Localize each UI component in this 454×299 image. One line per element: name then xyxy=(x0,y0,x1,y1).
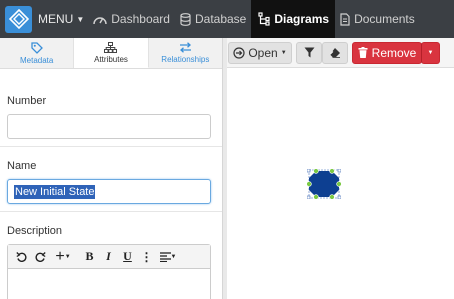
tab-relationships-label: Relationships xyxy=(161,55,210,64)
connection-handle[interactable] xyxy=(313,194,319,200)
name-label: Name xyxy=(7,160,37,172)
more-button[interactable]: ⋮ xyxy=(137,247,156,267)
name-field[interactable]: New Initial State xyxy=(7,179,211,204)
bold-icon: B xyxy=(85,249,94,263)
menu-label: MENU xyxy=(38,12,74,26)
tab-metadata-label: Metadata xyxy=(19,55,54,65)
tab-attributes-label: Attributes xyxy=(94,54,128,64)
tab-metadata[interactable]: Metadata xyxy=(0,38,75,68)
underline-button[interactable]: U xyxy=(118,247,137,267)
diagram-icon xyxy=(258,12,270,26)
number-field[interactable] xyxy=(7,114,211,139)
eraser-icon xyxy=(329,48,340,58)
connection-handle[interactable] xyxy=(306,181,312,187)
resize-handle[interactable] xyxy=(337,195,342,200)
connection-handle[interactable] xyxy=(329,194,335,200)
align-button[interactable]: ▼ xyxy=(156,247,180,267)
more-icon: ⋮ xyxy=(140,249,153,264)
nav-database[interactable]: Database xyxy=(175,0,251,38)
diagram-canvas[interactable] xyxy=(227,68,454,299)
plus-icon: + xyxy=(55,247,65,265)
tag-icon xyxy=(31,41,43,54)
initial-state-node[interactable] xyxy=(306,168,342,200)
initial-state-shape[interactable] xyxy=(309,171,339,197)
caret-down-icon: ▼ xyxy=(64,253,71,260)
bold-button[interactable]: B xyxy=(80,247,99,267)
resize-handle[interactable] xyxy=(306,195,311,200)
document-icon xyxy=(340,12,350,26)
insert-button[interactable]: + ▼ xyxy=(50,247,76,267)
description-label: Description xyxy=(7,225,63,237)
arrow-circle-right-icon xyxy=(233,46,245,59)
properties-tabs: Metadata Attributes Relationships xyxy=(0,38,222,69)
connection-handle[interactable] xyxy=(329,168,335,174)
filter-button[interactable] xyxy=(296,41,322,64)
undo-button[interactable] xyxy=(12,247,31,267)
exchange-icon xyxy=(179,42,191,53)
nav-dashboard-label: Dashboard xyxy=(111,12,170,26)
redo-icon xyxy=(35,252,46,262)
nav-database-label: Database xyxy=(194,12,247,26)
eraser-button[interactable] xyxy=(322,41,348,64)
nav-diagrams-label: Diagrams xyxy=(274,12,330,26)
top-navbar: MENU ▼ Dashboard Database Diagrams Docum… xyxy=(0,0,454,38)
nav-documents-label: Documents xyxy=(354,12,415,26)
align-left-icon xyxy=(159,251,171,262)
connection-handle[interactable] xyxy=(313,168,319,174)
database-icon xyxy=(180,12,191,26)
resize-handle[interactable] xyxy=(306,168,311,173)
italic-icon: I xyxy=(106,249,111,263)
remove-dropdown-button[interactable]: ▼ xyxy=(421,41,440,64)
diagram-panel: Open ▼ Remove ▼ xyxy=(227,38,454,299)
nav-documents[interactable]: Documents xyxy=(335,0,420,38)
tab-relationships[interactable]: Relationships xyxy=(149,38,222,68)
trash-icon xyxy=(358,47,368,58)
redo-button[interactable] xyxy=(31,247,50,267)
menu-button[interactable]: MENU ▼ xyxy=(38,0,84,38)
diagram-toolbar: Open ▼ Remove ▼ xyxy=(227,38,454,68)
number-label: Number xyxy=(7,95,47,107)
caret-down-icon: ▼ xyxy=(280,49,287,56)
caret-down-icon: ▼ xyxy=(170,253,177,260)
underline-icon: U xyxy=(123,249,132,263)
caret-down-icon: ▼ xyxy=(427,49,434,56)
connection-handle[interactable] xyxy=(336,181,342,187)
resize-handle[interactable] xyxy=(337,168,342,173)
italic-button[interactable]: I xyxy=(99,247,118,267)
logo-icon[interactable] xyxy=(5,5,32,33)
editor-toolbar: + ▼ B I U ⋮ ▼ xyxy=(8,245,210,269)
description-editor: + ▼ B I U ⋮ ▼ xyxy=(7,244,211,299)
nav-dashboard[interactable]: Dashboard xyxy=(88,0,175,38)
sitemap-icon xyxy=(104,41,118,53)
caret-down-icon: ▼ xyxy=(76,14,85,24)
nav-diagrams[interactable]: Diagrams xyxy=(251,0,336,38)
description-text-area[interactable] xyxy=(8,269,210,299)
open-button[interactable]: Open ▼ xyxy=(228,41,292,64)
remove-button-label: Remove xyxy=(371,45,417,60)
undo-icon xyxy=(16,252,27,262)
remove-button[interactable]: Remove xyxy=(352,41,422,64)
divider xyxy=(0,211,222,212)
open-button-label: Open xyxy=(248,45,278,60)
divider xyxy=(0,146,222,147)
properties-panel: Metadata Attributes Relationships Number… xyxy=(0,38,222,299)
tab-attributes[interactable]: Attributes xyxy=(74,38,149,68)
dashboard-icon xyxy=(93,17,108,25)
filter-icon xyxy=(304,47,314,58)
attributes-form: Number Name New Initial State Descriptio… xyxy=(0,95,222,299)
name-field-value: New Initial State xyxy=(14,185,96,199)
